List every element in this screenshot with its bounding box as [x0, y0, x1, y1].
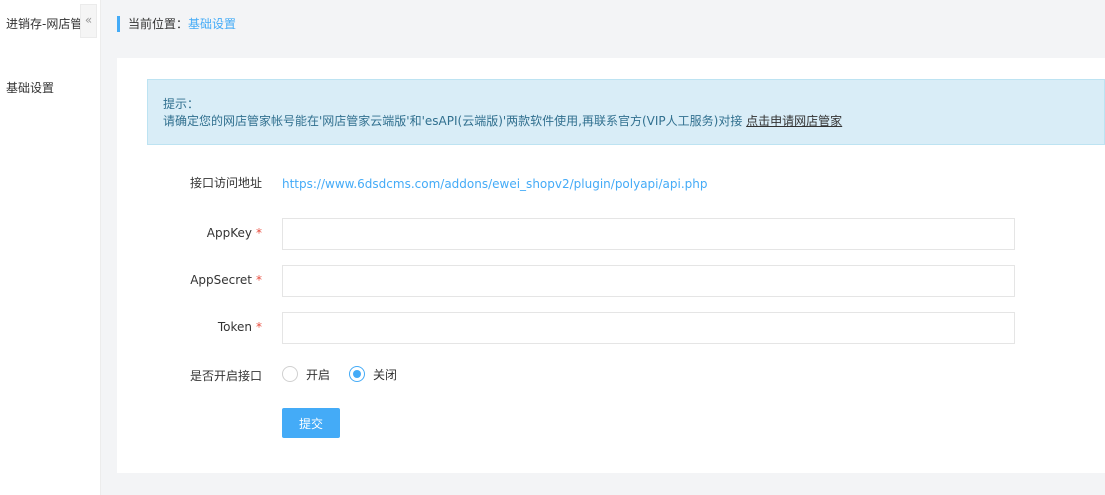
enable-interface-radio-group: 开启 关闭 — [282, 365, 416, 383]
token-label-text: Token — [217, 320, 252, 334]
sidebar-title: 进销存-网店管家 — [6, 17, 82, 31]
required-mark: * — [256, 226, 262, 240]
tip-box: 提示： 请确定您的网店管家帐号能在'网店管家云端版'和'esAPI(云端版)'两… — [147, 79, 1105, 145]
radio-enable[interactable]: 开启 — [282, 366, 330, 383]
apply-link[interactable]: 点击申请网店管家 — [746, 114, 842, 128]
tip-message-line: 请确定您的网店管家帐号能在'网店管家云端版'和'esAPI(云端版)'两款软件使… — [163, 113, 1104, 130]
radio-disable[interactable]: 关闭 — [349, 366, 397, 383]
tip-heading: 提示： — [163, 97, 200, 111]
api-url-value: https://www.6dsdcms.com/addons/ewei_shop… — [282, 177, 708, 191]
appsecret-label-text: AppSecret — [190, 273, 252, 287]
token-input[interactable] — [282, 312, 1015, 344]
tip-message: 请确定您的网店管家帐号能在'网店管家云端版'和'esAPI(云端版)'两款软件使… — [163, 114, 743, 128]
radio-disable-label: 关闭 — [373, 367, 398, 382]
radio-checked-icon — [349, 366, 366, 382]
breadcrumb: 当前位置：基础设置 — [117, 16, 236, 32]
required-mark: * — [256, 273, 262, 287]
appkey-input[interactable] — [282, 218, 1015, 250]
sidebar-item-basic-settings[interactable]: 基础设置 — [6, 79, 54, 96]
submit-button[interactable]: 提交 — [282, 408, 340, 438]
enable-interface-label: 是否开启接口 — [189, 369, 262, 383]
collapse-sidebar-button[interactable]: « — [80, 4, 97, 38]
radio-unchecked-icon — [282, 366, 298, 382]
required-mark: * — [256, 320, 262, 334]
appsecret-input[interactable] — [282, 265, 1015, 297]
appsecret-label: AppSecret * — [190, 273, 262, 287]
radio-enable-label: 开启 — [306, 367, 331, 382]
settings-panel: 提示： 请确定您的网店管家帐号能在'网店管家云端版'和'esAPI(云端版)'两… — [117, 58, 1105, 473]
breadcrumb-current: 基础设置 — [188, 17, 237, 31]
appkey-label: AppKey * — [207, 226, 262, 240]
sidebar: 进销存-网店管家 « 基础设置 — [0, 0, 101, 495]
double-chevron-left-icon: « — [84, 13, 93, 27]
api-url-label: 接口访问地址 — [189, 176, 262, 190]
appkey-label-text: AppKey — [206, 226, 252, 240]
breadcrumb-prefix: 当前位置： — [128, 17, 189, 31]
token-label: Token * — [218, 320, 262, 334]
